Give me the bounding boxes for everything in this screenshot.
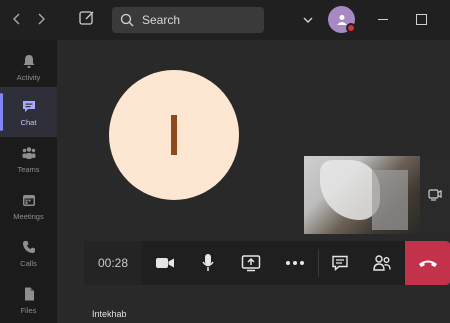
participant-name: Intekhab <box>92 309 127 319</box>
video-camera-icon <box>156 258 174 268</box>
microphone-icon <box>202 254 214 271</box>
title-bar: Search <box>0 0 450 40</box>
file-icon <box>24 287 34 300</box>
maximize-button[interactable] <box>416 14 427 25</box>
search-box[interactable]: Search <box>112 7 264 33</box>
show-participants-button[interactable] <box>362 241 402 285</box>
chevron-left-icon <box>13 13 20 25</box>
rail-label: Calls <box>20 258 37 268</box>
bell-icon <box>23 54 34 68</box>
back-button[interactable] <box>8 10 26 28</box>
call-timer: 00:28 <box>84 241 142 285</box>
rail-label: Files <box>20 305 37 315</box>
rail-label: Meetings <box>13 211 44 221</box>
minimize-button[interactable] <box>378 19 388 20</box>
new-chat-button[interactable] <box>78 9 98 29</box>
teams-call-window: Search Activity Chat Teams Meetings Call… <box>0 0 450 323</box>
controls-divider <box>318 249 319 277</box>
camera-feed-detail <box>372 170 408 230</box>
participant-avatar: I <box>109 70 239 200</box>
more-options-button[interactable] <box>275 241 315 285</box>
rail-item-files[interactable]: Files <box>0 275 57 323</box>
share-screen-button[interactable] <box>231 241 271 285</box>
more-icon <box>286 261 304 265</box>
forward-button[interactable] <box>32 10 50 28</box>
calendar-icon <box>22 194 35 206</box>
participants-icon <box>373 255 391 271</box>
rail-item-calls[interactable]: Calls <box>0 228 57 278</box>
status-badge <box>346 23 356 33</box>
rail-item-teams[interactable]: Teams <box>0 134 57 184</box>
hang-up-icon <box>418 260 437 267</box>
rail-item-activity[interactable]: Activity <box>0 42 57 92</box>
rail-label: Teams <box>17 164 40 174</box>
chat-bubble-icon <box>332 255 348 272</box>
profile-menu-chevron[interactable] <box>302 13 314 25</box>
rail-label: Chat <box>20 117 37 127</box>
hang-up-button[interactable] <box>405 241 450 285</box>
phone-icon <box>22 240 35 253</box>
switch-camera-button[interactable] <box>420 156 450 234</box>
chevron-down-icon <box>303 17 313 23</box>
chat-icon <box>22 100 35 112</box>
app-rail: Activity Chat Teams Meetings Calls Files <box>0 40 57 323</box>
camera-button[interactable] <box>145 241 185 285</box>
search-placeholder: Search <box>142 13 181 27</box>
rail-item-meetings[interactable]: Meetings <box>0 181 57 231</box>
rail-item-chat[interactable]: Chat <box>0 87 57 137</box>
rail-label: Activity <box>16 72 41 82</box>
share-screen-icon <box>241 255 261 272</box>
show-conversation-button[interactable] <box>320 241 360 285</box>
compose-icon <box>79 11 94 25</box>
search-icon <box>120 13 134 27</box>
camera-switch-icon <box>428 189 442 201</box>
teams-icon <box>22 146 35 159</box>
chevron-right-icon <box>38 13 45 25</box>
microphone-button[interactable] <box>188 241 228 285</box>
